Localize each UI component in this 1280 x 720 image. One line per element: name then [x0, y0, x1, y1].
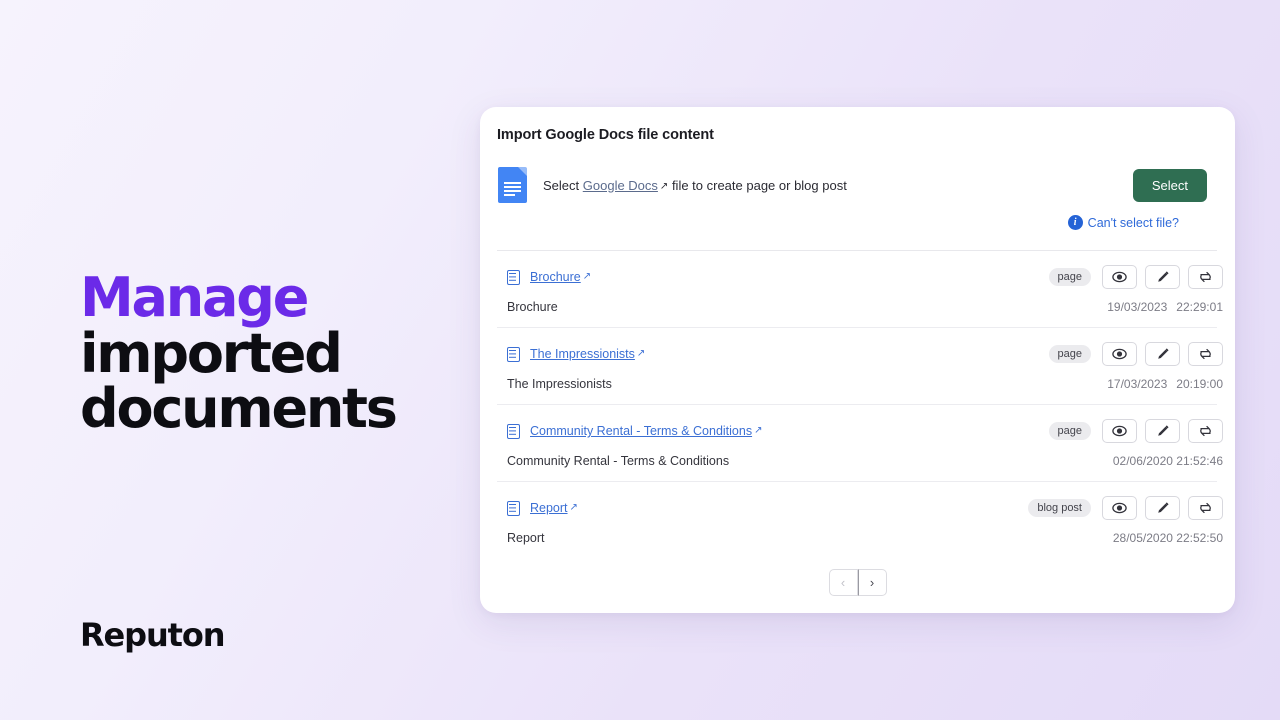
document-title-link[interactable]: Community Rental - Terms & Conditions	[530, 424, 752, 438]
status-badge: blog post	[1028, 499, 1091, 517]
document-icon	[507, 423, 520, 439]
document-description: Brochure	[507, 300, 558, 314]
headline-accent-word: Manage	[80, 266, 309, 329]
external-link-icon: ↗	[582, 270, 592, 282]
row-actions	[1102, 419, 1223, 443]
document-title-link[interactable]: The Impressionists	[530, 347, 635, 361]
preview-eye-icon-button[interactable]	[1102, 419, 1137, 443]
document-description: Report	[507, 531, 545, 545]
document-time: 20:19:00	[1176, 377, 1223, 391]
row-actions	[1102, 342, 1223, 366]
google-docs-link-label: Google Docs	[582, 177, 658, 193]
sync-refresh-icon-button[interactable]	[1188, 265, 1223, 289]
file-picker-row: Select Google Docs ↗ file to create page …	[498, 167, 1207, 203]
document-title-link[interactable]: Brochure	[530, 270, 581, 284]
pagination: ‹ ›	[480, 545, 1235, 596]
document-time: 21:52:46	[1176, 454, 1223, 468]
external-link-icon: ↗	[569, 501, 578, 513]
preview-eye-icon-button[interactable]	[1102, 342, 1137, 366]
document-date: 28/05/2020	[1112, 531, 1173, 545]
document-icon	[507, 269, 520, 285]
edit-pencil-icon-button[interactable]	[1145, 265, 1180, 289]
cant-select-file-link[interactable]: Can't select file?	[1088, 216, 1179, 230]
google-docs-link[interactable]: Google Docs	[583, 178, 658, 193]
list-item: The Impressionists ↗ page The Impressioni…	[480, 328, 1235, 391]
status-badge: page	[1048, 345, 1091, 363]
select-button[interactable]: Select	[1132, 168, 1207, 202]
preview-eye-icon-button[interactable]	[1102, 496, 1137, 520]
document-description: Community Rental - Terms & Conditions	[507, 454, 730, 468]
status-badge: page	[1048, 422, 1091, 440]
row-actions	[1102, 496, 1223, 520]
brand-name: Reputon	[80, 616, 226, 654]
picker-text-after: file to create page or blog post	[671, 177, 847, 193]
list-item: Community Rental - Terms & Conditions ↗ p…	[480, 405, 1235, 468]
document-date: 19/03/2023	[1107, 300, 1168, 314]
document-date: 17/03/2023	[1107, 377, 1168, 391]
external-link-icon: ↗	[659, 180, 669, 192]
file-picker-description: Select Google Docs ↗ file to create page …	[543, 178, 847, 193]
edit-pencil-icon-button[interactable]	[1145, 496, 1180, 520]
preview-eye-icon-button[interactable]	[1102, 265, 1137, 289]
document-list: Brochure ↗ page Brochure 19/03/2023 22:29	[480, 251, 1235, 545]
document-title-label: Community Rental - Terms & Conditions	[530, 424, 753, 438]
card-title: Import Google Docs file content	[497, 127, 714, 143]
row-actions	[1102, 265, 1223, 289]
promo-panel: Manage imported documents	[80, 270, 460, 437]
import-card: Import Google Docs file content Select G…	[480, 107, 1235, 613]
list-item: Report↗ blog post Report 28/05/2020 22:	[480, 482, 1235, 545]
info-circle-icon: i	[1067, 215, 1083, 230]
edit-pencil-icon-button[interactable]	[1145, 419, 1180, 443]
sync-refresh-icon-button[interactable]	[1188, 419, 1223, 443]
document-title-label: Brochure	[530, 270, 581, 284]
brand-logo: Reputon	[80, 598, 226, 654]
document-title-link[interactable]: Report	[530, 501, 568, 515]
document-time: 22:52:50	[1176, 531, 1223, 545]
headline-line-3: documents	[80, 377, 398, 441]
document-title-label: Report	[530, 501, 568, 515]
status-badge: page	[1048, 268, 1091, 286]
document-description: The Impressionists	[507, 377, 612, 391]
document-time: 22:29:01	[1176, 300, 1223, 314]
pagination-next-button[interactable]: ›	[857, 569, 887, 596]
list-item: Brochure ↗ page Brochure 19/03/2023 22:29	[480, 251, 1235, 314]
external-link-icon: ↗	[754, 424, 763, 436]
document-timestamp: 17/03/2023 20:19:00	[1107, 377, 1223, 391]
page-title: Manage imported documents	[80, 270, 460, 437]
sync-refresh-icon-button[interactable]	[1188, 342, 1223, 366]
file-picker-section: Select Google Docs ↗ file to create page …	[480, 143, 1235, 230]
help-row: i Can't select file?	[498, 203, 1207, 230]
pagination-prev-button[interactable]: ‹	[828, 569, 858, 596]
document-timestamp: 28/05/2020 22:52:50	[1113, 531, 1223, 545]
edit-pencil-icon-button[interactable]	[1145, 342, 1180, 366]
external-link-icon: ↗	[636, 347, 646, 359]
document-date: 02/06/2020	[1112, 454, 1173, 468]
sync-refresh-icon-button[interactable]	[1188, 496, 1223, 520]
document-title-label: The Impressionists	[530, 347, 635, 361]
document-icon	[507, 500, 520, 516]
document-timestamp: 19/03/2023 22:29:01	[1107, 300, 1223, 314]
picker-text-before: Select	[543, 177, 580, 193]
headline-line-2: imported	[80, 321, 343, 385]
document-icon	[507, 346, 520, 362]
document-timestamp: 02/06/2020 21:52:46	[1113, 454, 1223, 468]
google-docs-file-icon	[498, 167, 527, 203]
pagination-group: ‹ ›	[828, 569, 887, 596]
